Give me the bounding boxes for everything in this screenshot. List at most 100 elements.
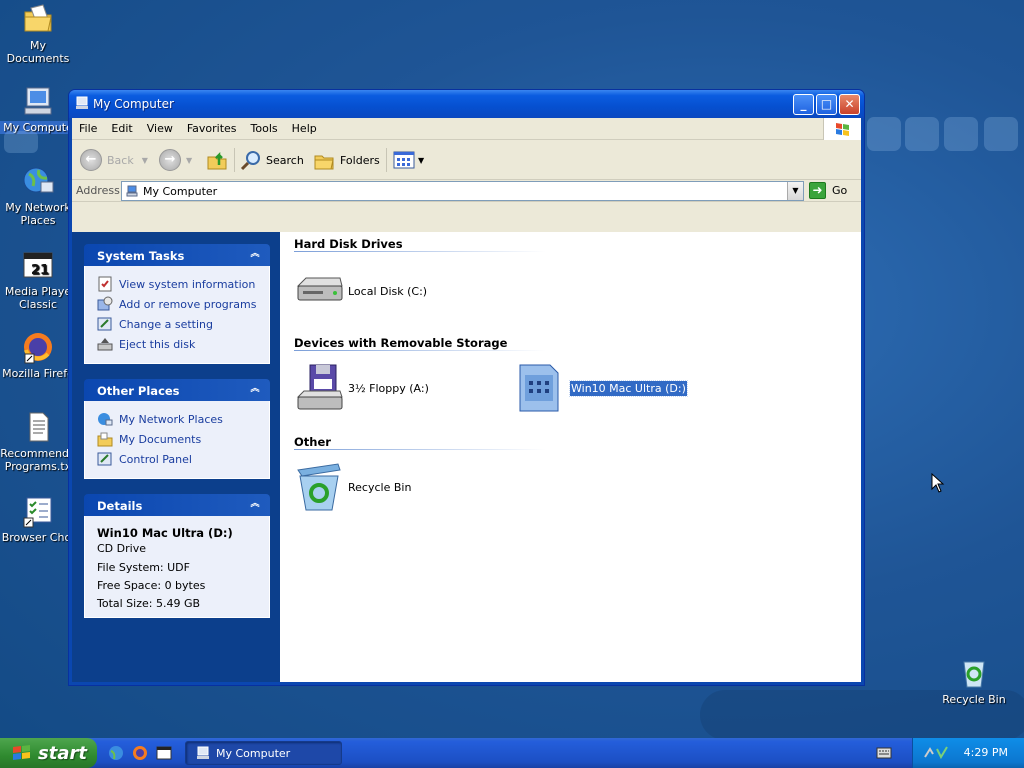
taskbar: start My Computer 4:29 PM — [0, 738, 1024, 768]
computer-icon — [126, 185, 138, 197]
menu-tools[interactable]: Tools — [244, 118, 285, 135]
change-setting-link[interactable]: Change a setting — [97, 314, 269, 334]
desktop-icon-label: Media Playe Classic — [4, 285, 72, 311]
close-button[interactable]: ✕ — [839, 94, 860, 115]
desktop-icon-recycle-bin[interactable]: Recycle Bin — [936, 656, 1012, 706]
dropdown-arrow-icon: ▼ — [186, 155, 193, 165]
address-dropdown-button[interactable]: ▼ — [787, 182, 803, 200]
windows-flag-icon — [13, 745, 30, 760]
up-folder-button[interactable] — [206, 148, 228, 172]
my-network-places-link[interactable]: My Network Places — [97, 409, 269, 429]
back-button[interactable]: ← Back ▼ — [80, 148, 148, 172]
details-header[interactable]: Details ︽ — [84, 494, 270, 516]
drive-item-floppy-a[interactable]: 3½ Floppy (A:) — [294, 363, 429, 413]
minimize-button[interactable]: _ — [793, 94, 814, 115]
desktop-icon-media-player-classic[interactable]: 21 Media Playe Classic — [0, 248, 76, 311]
desktop-icon-label: Mozilla Firefo — [2, 367, 74, 380]
taskbar-item-my-computer[interactable]: My Computer — [185, 741, 342, 765]
drive-label: Local Disk (C:) — [348, 284, 428, 298]
view-system-information-link[interactable]: View system information — [97, 274, 269, 294]
cd-drive-icon — [519, 364, 559, 412]
recycle-bin-icon — [297, 463, 341, 511]
collapse-chevron-icon[interactable]: ︽ — [248, 382, 262, 396]
go-button[interactable]: ➜ Go — [809, 182, 847, 199]
details-total-size: Total Size: 5.49 GB — [97, 597, 201, 610]
computer-icon — [197, 746, 209, 759]
item-recycle-bin[interactable]: Recycle Bin — [294, 462, 411, 512]
close-icon: ✕ — [844, 97, 855, 111]
add-remove-programs-link[interactable]: Add or remove programs — [97, 294, 269, 314]
panel-title: Other Places — [97, 384, 180, 398]
drive-item-cd-d[interactable]: Win10 Mac Ultra (D:) — [516, 363, 688, 413]
quick-launch-network-icon[interactable] — [108, 745, 124, 761]
menu-file[interactable]: File — [72, 118, 104, 135]
other-places-body: My Network Places My Documents Control P… — [84, 401, 270, 479]
desktop-icon-browser-choice[interactable]: Browser Choi — [0, 494, 76, 544]
back-arrow-icon: ← — [80, 149, 102, 171]
desktop-decoration — [984, 117, 1018, 151]
desktop-decoration — [867, 117, 901, 151]
menu-favorites[interactable]: Favorites — [180, 118, 244, 135]
search-button[interactable]: Search — [240, 148, 304, 172]
group-divider — [294, 449, 546, 450]
menu-edit[interactable]: Edit — [104, 118, 139, 135]
folder-documents-icon — [21, 2, 55, 36]
mouse-cursor-icon — [931, 473, 945, 493]
desktop-icon-my-documents[interactable]: My Documents — [0, 2, 76, 65]
recycle-bin-icon — [957, 656, 991, 690]
desktop-icon-mozilla-firefox[interactable]: Mozilla Firefo — [0, 330, 76, 380]
details-panel: Details ︽ Win10 Mac Ultra (D:) CD Drive … — [84, 494, 270, 618]
folders-button[interactable]: Folders — [313, 148, 380, 172]
maximize-button[interactable]: □ — [816, 94, 837, 115]
menu-help[interactable]: Help — [285, 118, 324, 135]
task-pane: System Tasks ︽ View system information A… — [72, 232, 280, 682]
desktop-icon-label: Recycle Bin — [942, 693, 1006, 706]
back-label: Back — [107, 153, 134, 167]
my-documents-link[interactable]: My Documents — [97, 429, 269, 449]
system-tray: 4:29 PM — [912, 738, 1024, 768]
window-client: File Edit View Favorites Tools Help ← Back ▼ … — [72, 118, 861, 682]
quick-launch-media-player-icon[interactable] — [156, 745, 172, 761]
eject-disk-link[interactable]: Eject this disk — [97, 334, 269, 354]
menu-view[interactable]: View — [140, 118, 180, 135]
forward-button[interactable]: → ▼ — [159, 148, 192, 172]
desktop-icon-my-computer[interactable]: My Compute — [0, 84, 76, 134]
item-label: Recycle Bin — [348, 480, 412, 494]
group-header-hard-disks: Hard Disk Drives — [294, 237, 403, 251]
desktop-icon-my-network-places[interactable]: My Network Places — [0, 164, 76, 227]
views-icon — [393, 151, 415, 169]
details-item-type: CD Drive — [97, 542, 146, 555]
drive-label: Win10 Mac Ultra (D:) — [569, 379, 688, 397]
start-button[interactable]: start — [0, 738, 97, 768]
control-panel-icon — [97, 452, 112, 466]
add-remove-programs-icon — [97, 296, 113, 311]
group-header-removable: Devices with Removable Storage — [294, 336, 508, 350]
control-panel-link[interactable]: Control Panel — [97, 449, 269, 469]
panel-title: System Tasks — [97, 249, 185, 263]
tray-icons[interactable] — [923, 745, 953, 761]
my-computer-window: My Computer _ □ ✕ File Edit View Favorites T… — [68, 89, 865, 686]
maximize-icon: □ — [820, 97, 833, 111]
keyboard-icon[interactable] — [876, 746, 892, 760]
address-input[interactable]: My Computer ▼ — [121, 181, 804, 201]
collapse-chevron-icon[interactable]: ︽ — [248, 247, 262, 261]
window-titlebar[interactable]: My Computer _ □ ✕ — [69, 90, 864, 118]
panel-title: Details — [97, 499, 143, 513]
folder-documents-icon — [97, 432, 113, 447]
floppy-drive-icon — [296, 364, 343, 410]
search-label: Search — [266, 153, 304, 167]
system-tasks-header[interactable]: System Tasks ︽ — [84, 244, 270, 266]
computer-icon — [21, 84, 55, 118]
quick-launch-firefox-icon[interactable] — [132, 745, 148, 761]
collapse-chevron-icon[interactable]: ︽ — [248, 497, 262, 511]
drive-item-local-disk-c[interactable]: Local Disk (C:) — [294, 266, 427, 316]
address-bar: Address My Computer ▼ ➜ Go — [72, 180, 861, 202]
desktop-icon-recommended-programs[interactable]: Recommende Programs.tx — [0, 410, 76, 473]
folders-icon — [314, 155, 334, 170]
control-panel-icon — [97, 317, 112, 331]
link-label: Add or remove programs — [119, 297, 257, 311]
views-button[interactable]: ▼ — [393, 148, 424, 172]
other-places-header[interactable]: Other Places ︽ — [84, 379, 270, 401]
go-label: Go — [832, 184, 848, 197]
computer-icon — [76, 96, 88, 109]
